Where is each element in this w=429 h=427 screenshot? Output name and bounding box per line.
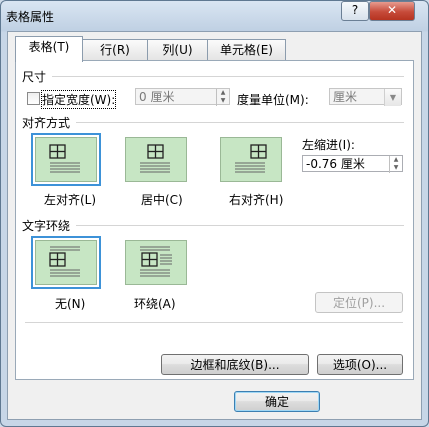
alignment-divider [76,122,404,123]
borders-shading-button[interactable]: 边框和底纹(B)... [161,354,309,375]
wrap-around-option[interactable] [125,240,187,285]
wrap-none-icon [49,246,80,277]
align-left-label: 左对齐(L) [44,193,97,207]
ok-button[interactable]: 确定 [234,391,320,412]
indent-label: 左缩进(I): [302,138,355,152]
align-right-label: 右对齐(H) [229,193,284,207]
options-button[interactable]: 选项(O)... [317,354,403,375]
alignment-section-title: 对齐方式 [22,116,71,130]
align-right-option[interactable] [220,137,282,182]
wrapping-divider [76,225,404,226]
help-button[interactable]: ? [341,1,369,21]
tab-column-label: 列(U) [162,43,193,57]
tab-table-label: 表格(T) [28,40,70,54]
specify-width-label[interactable]: 指定宽度(W): [40,90,117,109]
wrap-none-option[interactable] [31,236,101,289]
align-center-icon [140,144,170,173]
width-input-value: 0 厘米 [139,90,175,104]
tab-cell[interactable]: 单元格(E) [207,39,286,61]
wrap-around-label: 环绕(A) [134,297,176,311]
align-right-icon [235,144,267,173]
width-spinner[interactable]: ▲ ▼ [216,89,229,106]
bottom-divider [25,322,403,323]
close-button[interactable]: ✕ [369,1,415,21]
wrapping-section-title: 文字环绕 [22,219,71,233]
align-left-icon [49,144,80,173]
wrap-none-label: 无(N) [55,297,86,311]
size-section-title: 尺寸 [22,70,47,84]
measure-unit-value: 厘米 [333,90,358,104]
specify-width-checkbox[interactable] [27,92,40,105]
position-button[interactable]: 定位(P)... [315,292,403,313]
chevron-down-icon[interactable]: ▼ [384,89,401,106]
tab-cell-label: 单元格(E) [220,43,273,57]
align-center-label: 居中(C) [141,193,183,207]
align-center-option[interactable] [125,137,187,182]
tab-panel [15,60,414,380]
tab-row-label: 行(R) [100,43,130,57]
window-title: 表格属性 [6,10,55,24]
wrap-around-icon [140,246,172,277]
tab-row[interactable]: 行(R) [82,39,148,61]
indent-spinner[interactable]: ▲ ▼ [389,156,402,173]
measure-unit-label: 度量单位(M): [237,93,309,107]
align-left-option[interactable] [31,133,101,186]
measure-unit-select[interactable]: 厘米 ▼ [329,88,402,106]
indent-input-value: -0.76 厘米 [306,157,365,171]
width-input[interactable]: 0 厘米 ▲ ▼ [135,88,230,106]
tab-column[interactable]: 列(U) [147,39,208,61]
tab-table[interactable]: 表格(T) [15,36,83,62]
indent-input[interactable]: -0.76 厘米 ▲ ▼ [302,155,403,173]
size-divider [52,76,404,77]
